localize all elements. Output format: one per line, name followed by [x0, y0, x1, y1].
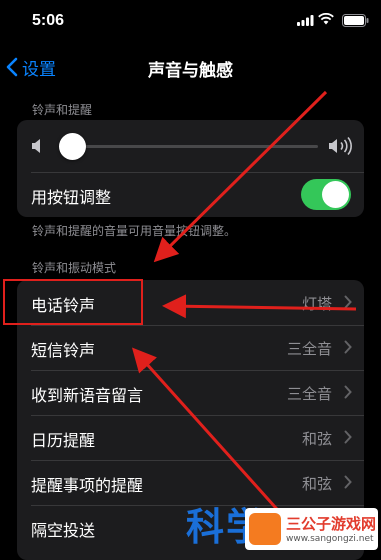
annotation-arrow — [153, 90, 328, 263]
annotation-arrow — [131, 347, 286, 519]
watermark-badge-icon — [249, 513, 281, 545]
watermark-logo: 三公子游戏网 www.sangongzi.net — [245, 508, 378, 550]
watermark-site-url: www.sangongzi.net — [286, 534, 374, 544]
annotation-arrow — [162, 294, 357, 319]
watermark-site-name: 三公子游戏网 — [286, 515, 377, 533]
annotation-arrows — [131, 90, 357, 519]
